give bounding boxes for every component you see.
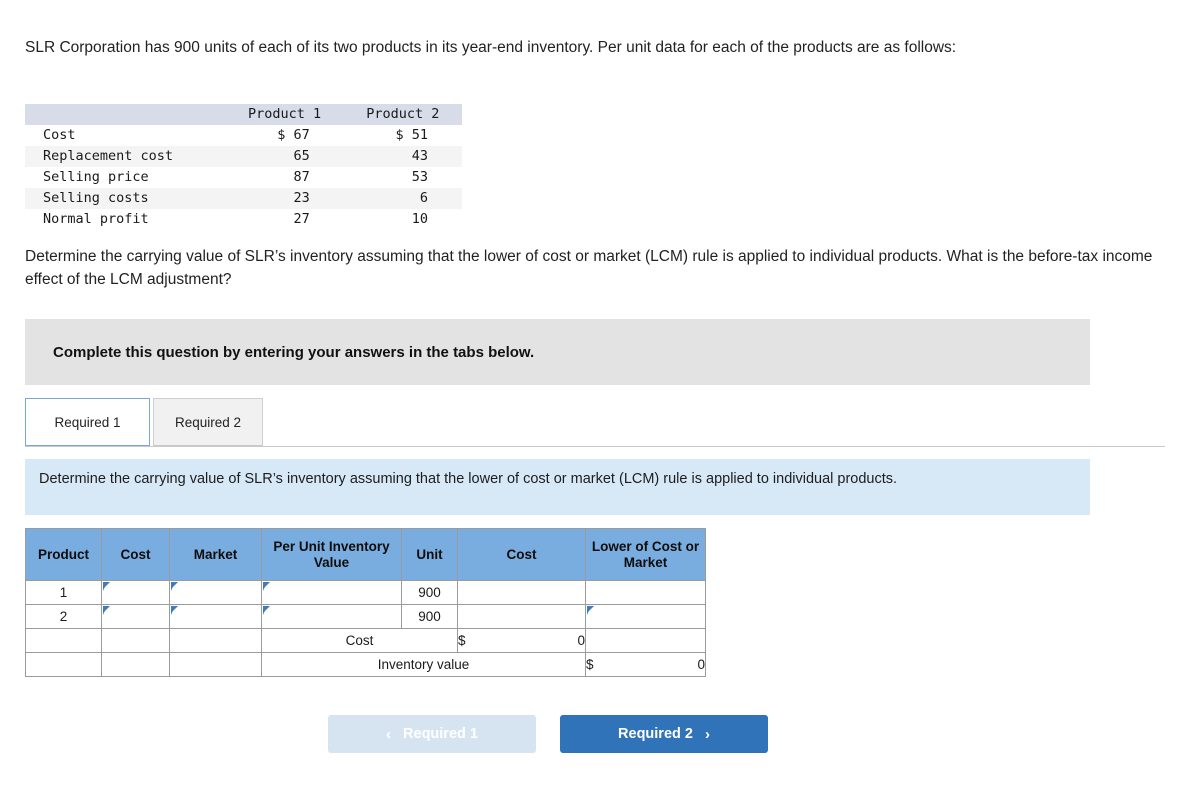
total-value-inventory: $ 0: [585, 652, 706, 677]
cell-empty: [25, 628, 102, 653]
data-table-header-product-2: Product 2: [343, 104, 462, 125]
cell-total-cost-product-1: [457, 580, 586, 605]
data-row-product2: 53: [411, 169, 428, 185]
previous-button-label: Required 1: [403, 726, 478, 742]
data-row-product2: 10: [411, 211, 428, 227]
data-table-header-row: Product 1 Product 2: [25, 104, 462, 125]
chevron-right-icon: ›: [704, 725, 710, 743]
col-header-total-cost: Cost: [457, 528, 586, 581]
table-row: Replacement cost 65 43: [25, 146, 462, 167]
data-row-product2: $ 51: [395, 127, 428, 143]
requirement-instruction-box: Determine the carrying value of SLR’s in…: [25, 459, 1090, 515]
col-header-product: Product: [25, 528, 102, 581]
col-header-unit: Unit: [401, 528, 458, 581]
per-unit-data-table: Product 1 Product 2 Cost $ 67 $ 51 Repla…: [25, 104, 462, 230]
table-row: Cost $ 0: [25, 628, 706, 653]
data-row-product1: 27: [293, 211, 310, 227]
cell-empty: [101, 652, 170, 677]
data-table-header-product-1: Product 1: [225, 104, 344, 125]
data-row-product1: 87: [293, 169, 310, 185]
col-header-per-unit-inventory-value: Per Unit Inventory Value: [261, 528, 402, 581]
data-row-label: Normal profit: [43, 211, 149, 227]
lcm-answer-table: Product Cost Market Per Unit Inventory V…: [25, 528, 706, 677]
previous-required-1-button[interactable]: ‹ Required 1: [328, 715, 536, 753]
input-per-unit-inventory-value-product-1[interactable]: [261, 580, 402, 605]
data-row-product2: 43: [411, 148, 428, 164]
cell-empty: [101, 628, 170, 653]
question-paragraph: Determine the carrying value of SLR’s in…: [25, 248, 1153, 288]
cell-unit-product-1: 900: [401, 580, 458, 605]
data-row-product1: $ 67: [277, 127, 310, 143]
instruction-banner-text: Complete this question by entering your …: [53, 343, 535, 361]
data-row-label: Selling costs: [43, 190, 149, 206]
requirement-instruction-text: Determine the carrying value of SLR’s in…: [39, 471, 898, 487]
navigation-buttons: ‹ Required 1 Required 2 ›: [328, 715, 768, 753]
answer-table-header-row: Product Cost Market Per Unit Inventory V…: [25, 528, 706, 581]
cell-empty: [585, 628, 706, 653]
total-inventory-currency: $: [586, 657, 594, 672]
cell-product-number: 1: [25, 580, 102, 605]
input-market-product-2[interactable]: [169, 604, 262, 629]
cell-total-cost-product-2: [457, 604, 586, 629]
next-required-2-button[interactable]: Required 2 ›: [560, 715, 768, 753]
input-cost-product-1[interactable]: [101, 580, 170, 605]
table-row: Cost $ 67 $ 51: [25, 125, 462, 146]
input-per-unit-inventory-value-product-2[interactable]: [261, 604, 402, 629]
tab-bar: Required 1 Required 2: [25, 398, 1165, 447]
input-market-product-1[interactable]: [169, 580, 262, 605]
cell-empty: [169, 628, 262, 653]
total-label-cost: Cost: [261, 628, 458, 653]
total-label-inventory-value: Inventory value: [261, 652, 586, 677]
tab-required-1-label: Required 1: [54, 414, 121, 430]
total-cost-amount: 0: [577, 633, 585, 648]
data-row-product2: 6: [419, 190, 428, 206]
data-row-product1: 65: [293, 148, 310, 164]
cell-unit-product-2: 900: [401, 604, 458, 629]
table-row: Inventory value $ 0: [25, 652, 706, 677]
table-row: Normal profit 27 10: [25, 209, 462, 230]
table-row: 2 900: [25, 604, 706, 629]
data-row-label: Cost: [43, 127, 76, 143]
col-header-cost: Cost: [101, 528, 170, 581]
total-cost-currency: $: [458, 633, 466, 648]
cell-lcm-product-1: [585, 580, 706, 605]
cell-empty: [25, 652, 102, 677]
next-button-label: Required 2: [618, 726, 693, 742]
table-row: Selling price 87 53: [25, 167, 462, 188]
question-page: SLR Corporation has 900 units of each of…: [0, 0, 1200, 790]
chevron-left-icon: ‹: [386, 725, 392, 743]
col-header-market: Market: [169, 528, 262, 581]
cell-product-number: 2: [25, 604, 102, 629]
tab-required-2-label: Required 2: [174, 414, 242, 430]
total-inventory-amount: 0: [697, 657, 705, 672]
data-row-label: Selling price: [43, 169, 149, 185]
data-row-label: Replacement cost: [43, 148, 174, 164]
tab-required-2[interactable]: Required 2: [153, 398, 263, 446]
tab-required-1[interactable]: Required 1: [25, 398, 150, 446]
total-value-cost: $ 0: [457, 628, 586, 653]
col-header-lower-of-cost-or-market: Lower of Cost or Market: [585, 528, 706, 581]
instruction-banner: Complete this question by entering your …: [25, 319, 1090, 385]
cell-empty: [169, 652, 262, 677]
intro-paragraph: SLR Corporation has 900 units of each of…: [25, 39, 957, 56]
input-cost-product-2[interactable]: [101, 604, 170, 629]
input-lcm-product-2[interactable]: [585, 604, 706, 629]
table-row: Selling costs 23 6: [25, 188, 462, 209]
data-row-product1: 23: [293, 190, 310, 206]
table-row: 1 900: [25, 580, 706, 605]
data-table-header-blank: [25, 104, 226, 125]
